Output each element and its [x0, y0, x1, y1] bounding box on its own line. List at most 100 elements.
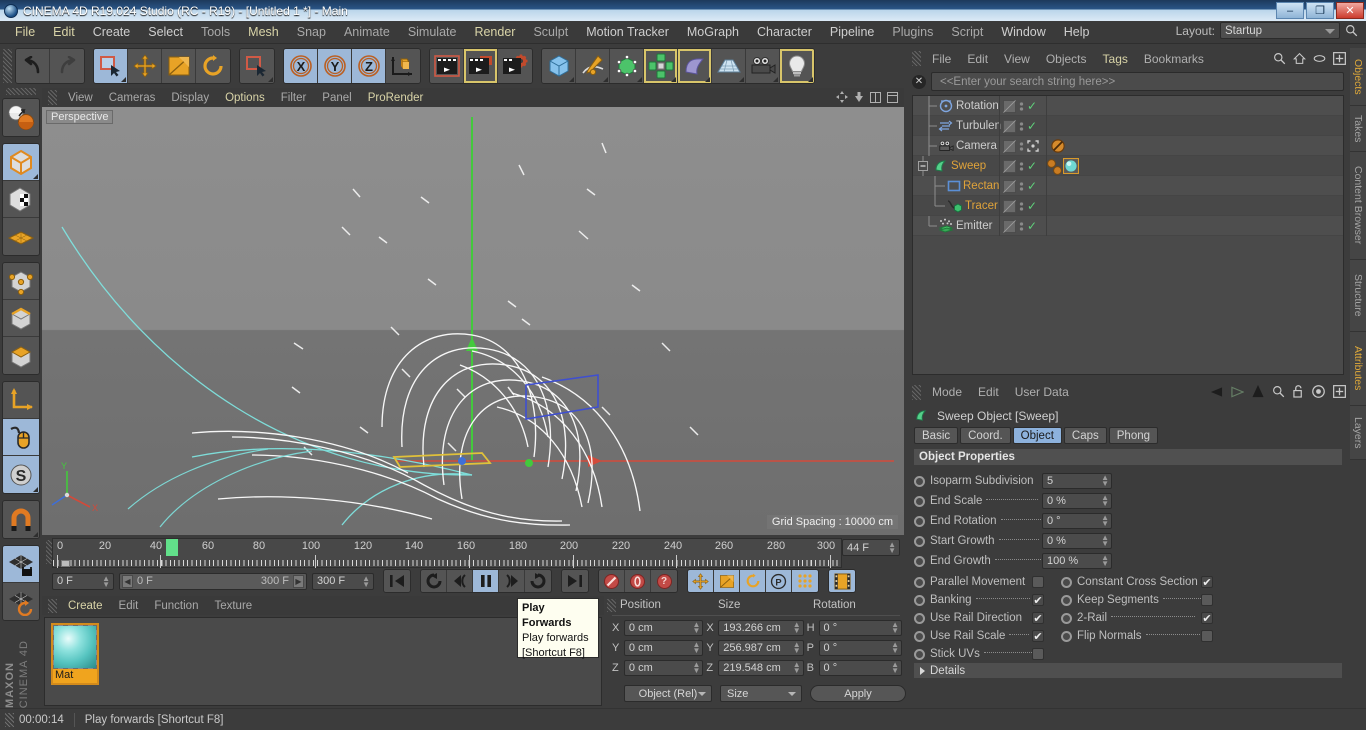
clear-search-icon[interactable]: ✕ [912, 74, 926, 89]
autokey-button[interactable] [625, 570, 651, 592]
camera-icon[interactable] [938, 139, 954, 153]
plus-box-icon[interactable] [1333, 385, 1346, 398]
workplane-lock-button[interactable] [3, 546, 39, 583]
radio-icon[interactable] [1061, 630, 1072, 642]
radio-icon[interactable] [1061, 612, 1072, 624]
scale-tool[interactable] [162, 49, 196, 83]
close-button[interactable]: ✕ [1336, 2, 1364, 19]
coordinate-mode-dropdown[interactable]: Object (Rel) [624, 685, 712, 702]
key-scale-button[interactable] [714, 570, 740, 592]
render-region-button[interactable] [464, 49, 498, 83]
end-growth-input[interactable]: 100 % ▲ ▼ [1042, 553, 1112, 569]
menu-item-motion-tracker[interactable]: Motion Tracker [577, 23, 678, 41]
object-search-input[interactable]: <<Enter your search string here>> [931, 72, 1344, 91]
am-menu-edit[interactable]: Edit [970, 384, 1007, 400]
material-grip[interactable] [48, 598, 57, 613]
start-frame-field[interactable]: 0 F ▲ ▼ [52, 572, 114, 590]
maximize-button[interactable]: ❐ [1306, 2, 1334, 19]
menu-item-sculpt[interactable]: Sculpt [524, 23, 577, 41]
timeline-filmstrip-button[interactable] [829, 570, 855, 592]
render-settings-button[interactable] [498, 49, 532, 83]
search-icon[interactable] [1273, 52, 1286, 65]
spinner-icon[interactable]: ▲ ▼ [793, 660, 801, 674]
position-x-field[interactable]: 0 cm ▲ ▼ [623, 619, 704, 636]
ellipse-icon[interactable] [1313, 54, 1326, 63]
key-position-button[interactable] [688, 570, 714, 592]
spinner-icon[interactable]: ▲ ▼ [692, 620, 700, 634]
right-tab-structure[interactable]: Structure [1350, 260, 1366, 332]
enabled-check-icon[interactable]: ✓ [1027, 159, 1037, 173]
coordinate-system-button[interactable] [386, 49, 420, 83]
two-rail-checkbox[interactable]: ✔ [1201, 612, 1213, 625]
spinner-icon[interactable]: ▲ ▼ [1101, 514, 1109, 528]
am-menu-user-data[interactable]: User Data [1007, 384, 1077, 400]
viewport-menu-filter[interactable]: Filter [273, 91, 315, 105]
spinner-icon[interactable]: ▲ ▼ [891, 660, 899, 674]
toolbar-grip[interactable] [3, 49, 12, 83]
add-deformer-button[interactable] [678, 49, 712, 83]
layout-split-icon[interactable] [870, 91, 881, 103]
display-tag-icon[interactable] [1003, 119, 1016, 133]
rotation-icon[interactable] [938, 98, 954, 114]
redo-button[interactable] [50, 49, 84, 83]
display-tag-icon[interactable] [1003, 159, 1016, 173]
target-icon[interactable] [1312, 385, 1325, 398]
polygons-mode-button[interactable] [3, 337, 39, 374]
size-mode-dropdown[interactable]: Size [720, 685, 802, 702]
magnet-snap-button[interactable] [3, 501, 39, 538]
visibility-dots-icon[interactable] [1019, 160, 1024, 173]
menu-item-file[interactable]: File [6, 23, 44, 41]
menu-item-animate[interactable]: Animate [335, 23, 399, 41]
coordinates-grip[interactable] [607, 598, 616, 612]
range-right-handle[interactable]: ▶ [293, 574, 304, 588]
layout-dropdown[interactable]: Startup [1220, 22, 1340, 39]
visibility-dots-icon[interactable] [1019, 140, 1024, 153]
menu-item-window[interactable]: Window [992, 23, 1054, 41]
radio-icon[interactable] [914, 535, 925, 547]
visibility-dots-icon[interactable] [1019, 180, 1024, 193]
sweep-icon[interactable] [933, 158, 949, 174]
left-palette-grip[interactable] [6, 88, 36, 95]
enable-axis-button[interactable] [3, 382, 39, 419]
timeline-ruler[interactable]: 0 20 40 60 80 100 120 140 160 180 200 22… [52, 538, 842, 568]
om-menu-edit[interactable]: Edit [959, 51, 996, 67]
table-row[interactable]: Emitter ✓ [913, 215, 1343, 236]
parallel-movement-checkbox[interactable] [1032, 576, 1044, 588]
size-x-field[interactable]: 193.266 cm ▲ ▼ [718, 619, 804, 636]
camera-tag-badge[interactable] [1051, 139, 1065, 153]
material-tag-icon[interactable] [1063, 158, 1079, 174]
size-y-field[interactable]: 256.987 cm ▲ ▼ [718, 639, 804, 656]
start-growth-input[interactable]: 0 % ▲ ▼ [1042, 533, 1112, 549]
go-to-start-button[interactable] [384, 570, 410, 592]
emitter-icon[interactable] [938, 218, 954, 234]
key-rotation-button[interactable] [740, 570, 766, 592]
display-tag-icon[interactable] [1003, 199, 1016, 213]
visibility-dots-icon[interactable] [1019, 200, 1024, 213]
stick-uvs-checkbox[interactable] [1032, 648, 1044, 660]
constant-cross-section-checkbox[interactable]: ✔ [1201, 576, 1213, 589]
lock-z-axis-button[interactable]: Z [352, 49, 386, 83]
viewport-solo-button[interactable] [3, 419, 39, 456]
tab-phong[interactable]: Phong [1108, 427, 1159, 444]
tab-caps[interactable]: Caps [1063, 427, 1107, 444]
spinner-icon[interactable]: ▲ ▼ [891, 640, 899, 654]
display-tag-icon[interactable] [1003, 219, 1016, 233]
add-cube-button[interactable] [542, 49, 576, 83]
flip-normals-checkbox[interactable] [1201, 630, 1213, 642]
spinner-icon[interactable]: ▲ ▼ [793, 640, 801, 654]
enabled-check-icon[interactable]: ✓ [1027, 99, 1037, 113]
radio-icon[interactable] [914, 495, 925, 507]
spinner-icon[interactable]: ▲ ▼ [362, 574, 370, 588]
viewport-menu-cameras[interactable]: Cameras [101, 91, 164, 105]
table-row[interactable]: Rotation ✓ [913, 95, 1343, 116]
right-tab-takes[interactable]: Takes [1350, 106, 1366, 152]
menu-item-snap[interactable]: Snap [288, 23, 335, 41]
spinner-icon[interactable]: ▲ ▼ [793, 620, 801, 634]
maximize-viewport-icon[interactable] [887, 91, 898, 103]
status-grip[interactable] [5, 712, 14, 727]
spinner-icon[interactable]: ▲ ▼ [1101, 554, 1109, 568]
points-mode-button[interactable] [3, 263, 39, 300]
live-selection-dup-tool[interactable] [240, 49, 274, 83]
render-view-button[interactable] [430, 49, 464, 83]
current-frame-field[interactable]: 44 F ▲ ▼ [842, 539, 900, 556]
